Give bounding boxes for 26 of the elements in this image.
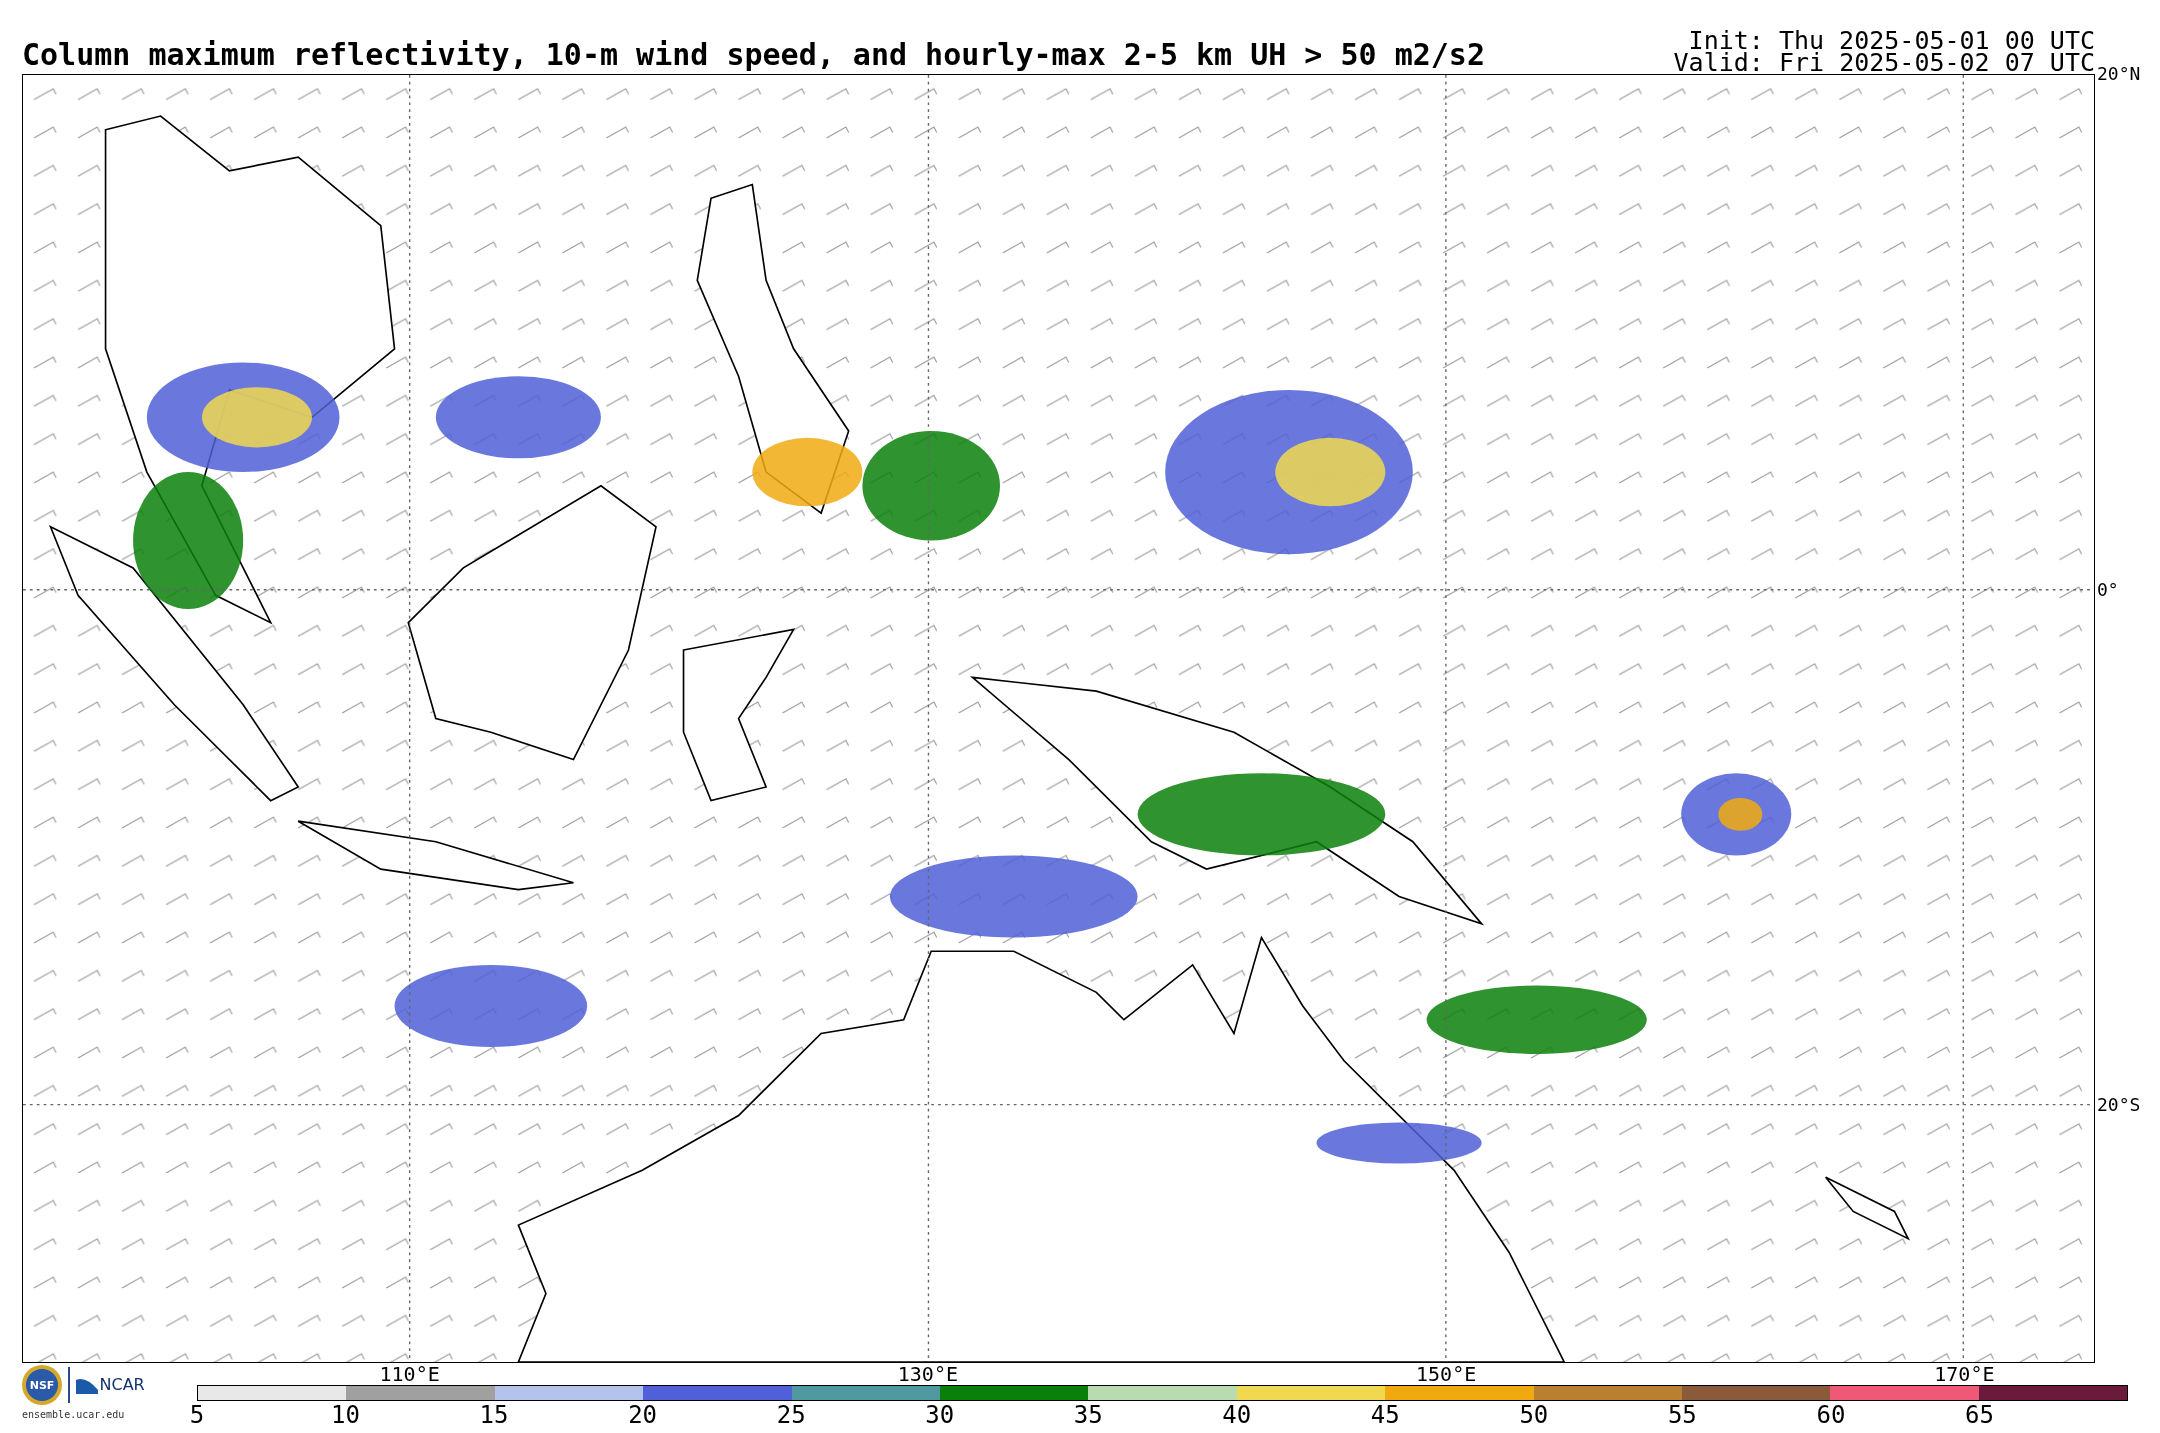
scale-value: 35 (1073, 1401, 1103, 1429)
scale-value: 60 (1816, 1401, 1846, 1429)
longitude-label: 110°E (379, 1363, 440, 1385)
longitude-label: 150°E (1416, 1363, 1477, 1385)
latitude-label: 20°N (2097, 65, 2141, 83)
nsf-logo: NSF (22, 1365, 62, 1405)
scale-value: 45 (1370, 1401, 1400, 1429)
scale-value: 20 (628, 1401, 658, 1429)
valid-time: Valid: Fri 2025-05-02 07 UTC (1673, 52, 2095, 74)
latitude-label: 20°S (2097, 1096, 2141, 1115)
scale-value: 25 (776, 1401, 806, 1429)
site-url: ensemble.ucar.edu (22, 1409, 125, 1420)
scale-value: 15 (479, 1401, 509, 1429)
scale-value: 55 (1667, 1401, 1697, 1429)
scale-value: 10 (331, 1401, 360, 1429)
ncar-logo: NCAR (75, 1376, 145, 1394)
scale-value: 40 (1222, 1401, 1252, 1429)
scale-value: 50 (1519, 1401, 1549, 1429)
scale-value: 65 (1965, 1401, 1994, 1429)
scale-value: 5 (189, 1401, 205, 1429)
longitude-label: 130°E (897, 1363, 958, 1385)
init-time: Init: Thu 2025-05-01 00 UTC (1688, 30, 2095, 52)
scale-value: 30 (925, 1401, 955, 1429)
latitude-label: 0° (2097, 580, 2119, 599)
longitude-label: 170°E (1934, 1363, 1995, 1385)
chart-title: Column maximum reflectivity, 10-m wind speed, and hourly-max 2-5 km UH > 50 m2/s2 (22, 38, 1485, 74)
